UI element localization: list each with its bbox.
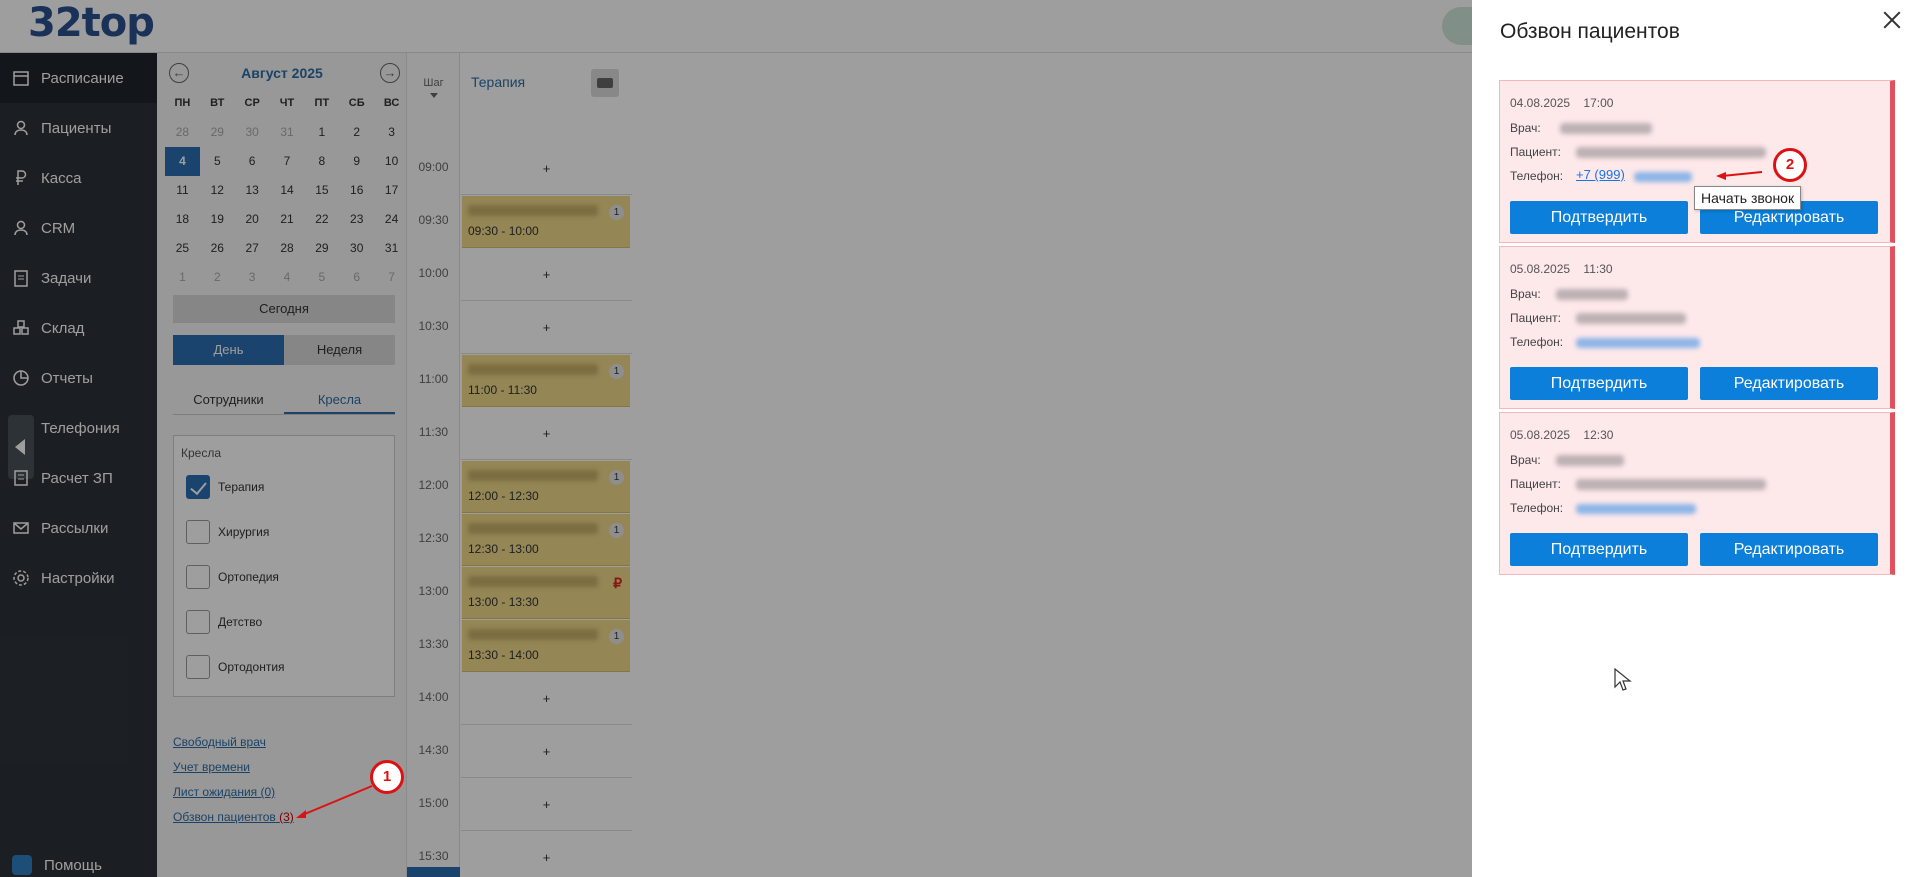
annotation-marker-1: 1 xyxy=(370,760,404,794)
annotation-arrows xyxy=(296,171,1763,818)
mouse-cursor-icon xyxy=(1614,667,1632,695)
annotation-marker-2: 2 xyxy=(1773,148,1807,182)
